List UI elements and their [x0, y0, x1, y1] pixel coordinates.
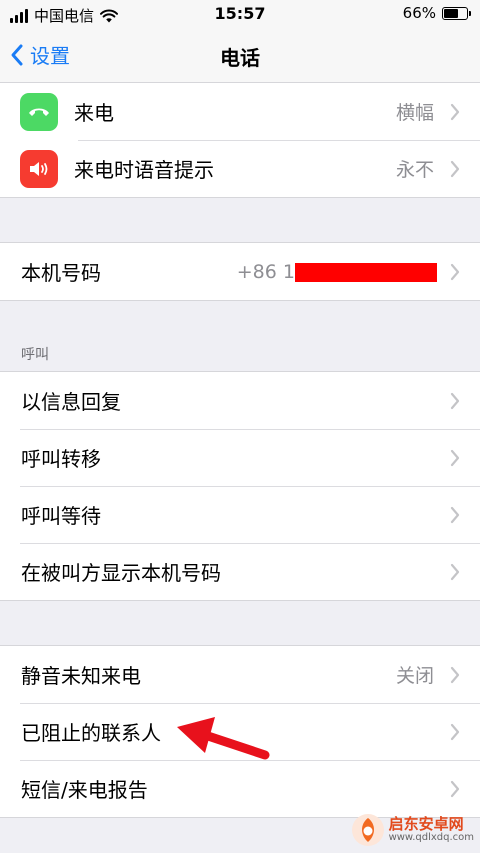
announce-calls-row[interactable]: 来电时语音提示 永不: [0, 140, 480, 197]
chevron-right-icon: [450, 723, 460, 741]
chevron-right-icon: [450, 563, 460, 581]
calls-group: 以信息回复 呼叫转移 呼叫等待 在被叫方显示本机号码: [0, 371, 480, 601]
silence-unknown-callers-row[interactable]: 静音未知来电 关闭: [0, 646, 480, 703]
show-caller-id-row[interactable]: 在被叫方显示本机号码: [0, 543, 480, 600]
silence-unknown-callers-label: 静音未知来电: [21, 664, 141, 688]
speaker-icon: [20, 149, 58, 188]
show-caller-id-label: 在被叫方显示本机号码: [21, 561, 221, 585]
call-waiting-row[interactable]: 呼叫等待: [0, 486, 480, 543]
blocked-contacts-label: 已阻止的联系人: [21, 721, 161, 745]
annotation-arrow-icon: [177, 717, 270, 760]
notification-group: 来电 横幅 来电时语音提示 永不: [0, 82, 480, 198]
my-number-label: 本机号码: [21, 261, 101, 285]
chevron-right-icon: [450, 160, 460, 178]
announce-calls-value: 永不: [395, 159, 434, 181]
incoming-calls-label: 来电: [74, 101, 114, 125]
redaction-bar: [295, 263, 437, 282]
battery-percent: 66%: [402, 4, 436, 22]
watermark-url: www.qdlxdq.com: [388, 832, 474, 843]
chevron-right-icon: [450, 263, 460, 281]
call-forwarding-row[interactable]: 呼叫转移: [0, 429, 480, 486]
battery-icon: [442, 6, 471, 20]
page-title: 电话: [220, 46, 260, 70]
phone-handset-icon: [20, 92, 58, 131]
status-bar: 中国电信 15:57 66%: [0, 0, 480, 30]
section-header-calls: 呼叫: [21, 347, 49, 363]
status-right: 66%: [402, 4, 471, 22]
respond-with-text-label: 以信息回复: [21, 390, 121, 414]
watermark: 启东安卓网 www.qdlxdq.com: [351, 813, 474, 847]
chevron-right-icon: [450, 392, 460, 410]
my-number-group: 本机号码 +86 1: [0, 242, 480, 301]
chevron-right-icon: [450, 103, 460, 121]
watermark-logo-icon: [351, 814, 384, 846]
announce-calls-label: 来电时语音提示: [74, 158, 214, 182]
sms-call-reporting-row[interactable]: 短信/来电报告: [0, 760, 480, 817]
incoming-calls-row[interactable]: 来电 横幅: [0, 83, 480, 140]
watermark-title: 启东安卓网: [388, 815, 464, 833]
my-number-value: +86 1: [236, 260, 295, 283]
chevron-right-icon: [450, 449, 460, 467]
sms-call-reporting-label: 短信/来电报告: [21, 778, 148, 802]
chevron-right-icon: [450, 780, 460, 798]
silence-unknown-callers-value: 关闭: [395, 665, 434, 687]
navigation-bar: 设置 电话: [0, 30, 480, 83]
call-waiting-label: 呼叫等待: [21, 504, 101, 528]
respond-with-text-row[interactable]: 以信息回复: [0, 372, 480, 429]
incoming-calls-value: 横幅: [395, 102, 434, 124]
my-number-row[interactable]: 本机号码 +86 1: [0, 243, 480, 300]
call-forwarding-label: 呼叫转移: [21, 447, 101, 471]
chevron-right-icon: [450, 666, 460, 684]
chevron-right-icon: [450, 506, 460, 524]
